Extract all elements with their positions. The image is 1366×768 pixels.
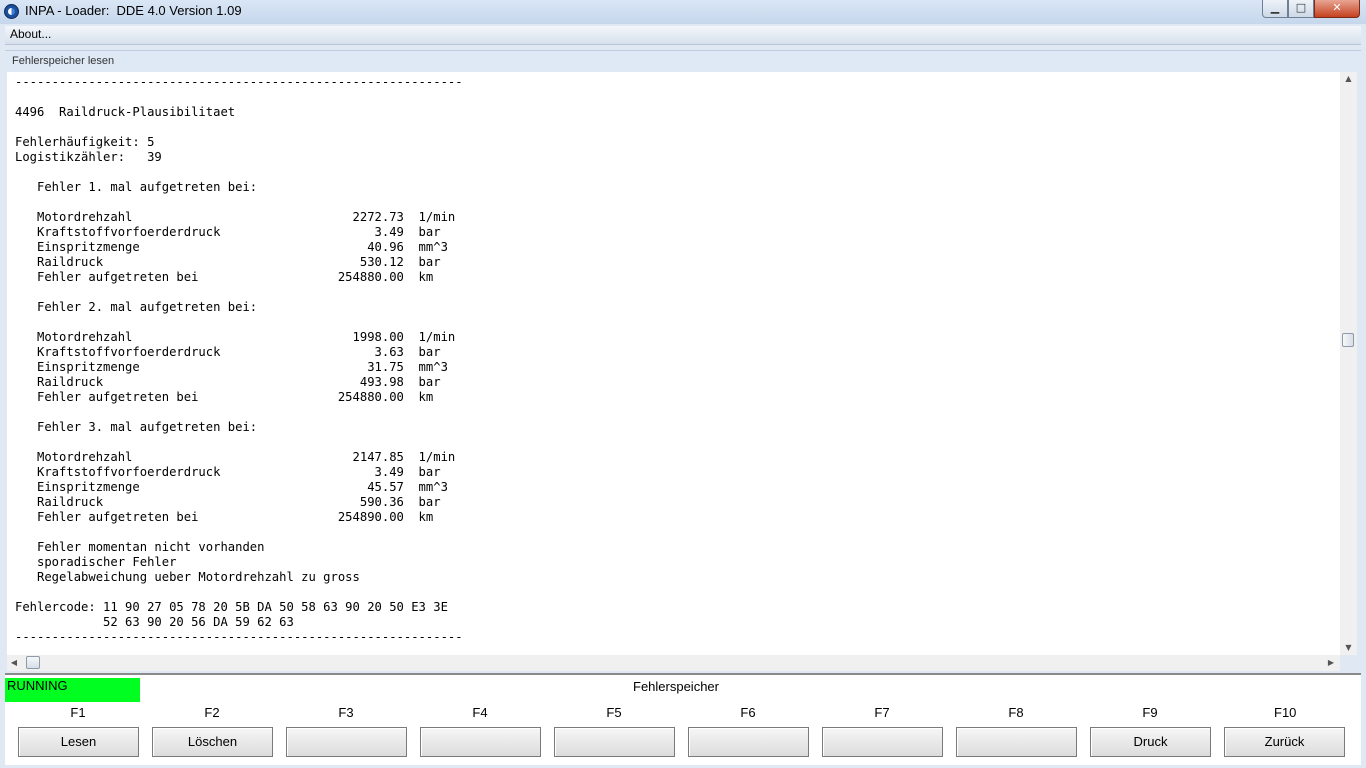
scroll-left-icon[interactable]: ◀ [7, 655, 21, 671]
window-title: INPA - Loader: DDE 4.0 Version 1.09 [25, 3, 242, 18]
druck-button[interactable]: Druck [1090, 727, 1211, 757]
f4-button[interactable] [420, 727, 541, 757]
function-key-panel: RUNNING Fehlerspeicher F1 F2 F3 F4 F5 F6… [5, 673, 1361, 765]
lesen-button[interactable]: Lesen [18, 727, 139, 757]
f6-button[interactable] [688, 727, 809, 757]
log-line: Motordrehzahl 2147.85 1/min [15, 450, 456, 464]
vertical-scrollbar[interactable]: ▲ ▼ [1340, 72, 1357, 655]
zurueck-button[interactable]: Zurück [1224, 727, 1345, 757]
fkey-label-f10: F10 [1274, 705, 1297, 720]
minimize-button[interactable]: ▁ [1262, 0, 1288, 18]
log-line: Kraftstoffvorfoerderdruck 3.63 bar [15, 345, 441, 359]
horizontal-scrollbar[interactable]: ◀ ▶ [7, 655, 1340, 671]
log-line: 52 63 90 20 56 DA 59 62 63 [15, 615, 294, 629]
menu-bar: About... [5, 26, 1361, 45]
log-line: Fehler 3. mal aufgetreten bei: [15, 420, 258, 434]
title-bar: INPA - Loader: DDE 4.0 Version 1.09 ▁ □ … [0, 0, 1366, 24]
log-line: Fehler aufgetreten bei 254880.00 km [15, 270, 434, 284]
log-line: Fehler 2. mal aufgetreten bei: [15, 300, 258, 314]
scroll-up-icon[interactable]: ▲ [1340, 72, 1357, 86]
fkey-label-f3: F3 [338, 705, 354, 720]
log-line: Raildruck 590.36 bar [15, 495, 441, 509]
log-line: Fehlercode: 11 90 27 05 78 20 5B DA 50 5… [15, 600, 448, 614]
log-line: Motordrehzahl 1998.00 1/min [15, 330, 456, 344]
fault-memory-output: ----------------------------------------… [7, 72, 1340, 655]
scroll-right-icon[interactable]: ▶ [1324, 655, 1338, 671]
vertical-scroll-thumb[interactable] [1342, 333, 1354, 347]
log-line: Raildruck 493.98 bar [15, 375, 441, 389]
loeschen-button[interactable]: Löschen [152, 727, 273, 757]
f8-button[interactable] [956, 727, 1077, 757]
log-line: Kraftstoffvorfoerderdruck 3.49 bar [15, 225, 441, 239]
fkey-label-f7: F7 [874, 705, 890, 720]
log-line: sporadischer Fehler [15, 555, 177, 569]
scroll-down-icon[interactable]: ▼ [1340, 641, 1357, 655]
panel-title: Fehlerspeicher lesen [12, 55, 115, 67]
log-line: Fehler aufgetreten bei 254880.00 km [15, 390, 434, 404]
f5-button[interactable] [554, 727, 675, 757]
fkey-label-f9: F9 [1142, 705, 1158, 720]
log-line: Einspritzmenge 45.57 mm^3 [15, 480, 448, 494]
menu-about[interactable]: About... [10, 27, 51, 41]
log-line: Regelabweichung ueber Motordrehzahl zu g… [15, 570, 360, 584]
status-indicator: RUNNING [5, 678, 140, 702]
horizontal-scroll-thumb[interactable] [26, 656, 40, 669]
log-line: ----------------------------------------… [15, 75, 463, 89]
fkey-label-f8: F8 [1008, 705, 1024, 720]
f3-button[interactable] [286, 727, 407, 757]
fkey-label-f2: F2 [204, 705, 220, 720]
log-line: Fehlerhäufigkeit: 5 [15, 135, 155, 149]
fkey-label-f5: F5 [606, 705, 622, 720]
log-line: Logistikzähler: 39 [15, 150, 162, 164]
panel-title-bar: Fehlerspeicher lesen [5, 50, 1361, 73]
log-line: ----------------------------------------… [15, 630, 463, 644]
log-line: Einspritzmenge 31.75 mm^3 [15, 360, 448, 374]
log-line: 4496 Raildruck-Plausibilitaet [15, 105, 236, 119]
log-line: Raildruck 530.12 bar [15, 255, 441, 269]
log-line: Einspritzmenge 40.96 mm^3 [15, 240, 448, 254]
log-line: Kraftstoffvorfoerderdruck 3.49 bar [15, 465, 441, 479]
fkey-label-f4: F4 [472, 705, 488, 720]
fkey-label-f6: F6 [740, 705, 756, 720]
close-button[interactable]: ✕ [1314, 0, 1360, 18]
bmw-logo-icon [4, 4, 19, 19]
log-line: Motordrehzahl 2272.73 1/min [15, 210, 456, 224]
log-line: Fehler 1. mal aufgetreten bei: [15, 180, 258, 194]
log-line: Fehler aufgetreten bei 254890.00 km [15, 510, 434, 524]
log-line: Fehler momentan nicht vorhanden [15, 540, 265, 554]
section-title: Fehlerspeicher [633, 679, 719, 694]
fkey-label-f1: F1 [70, 705, 86, 720]
f7-button[interactable] [822, 727, 943, 757]
maximize-button[interactable]: □ [1288, 0, 1314, 18]
